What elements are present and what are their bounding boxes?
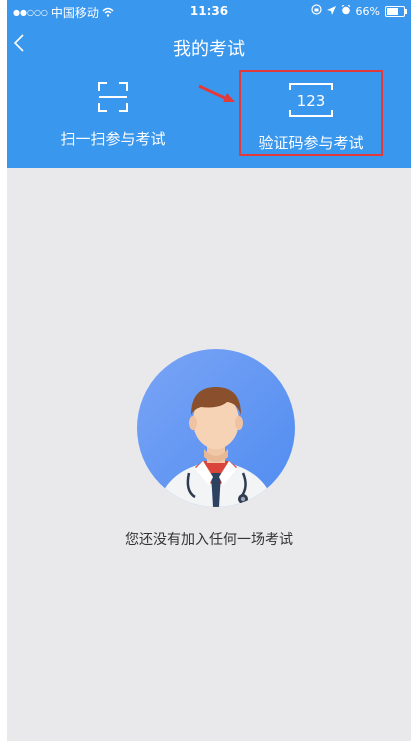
battery-percent: 66% — [355, 4, 380, 18]
battery-icon — [385, 5, 407, 17]
scan-icon — [96, 80, 130, 114]
verification-code-icon: 123 — [288, 82, 334, 118]
code-join-button[interactable]: 123 验证码参与考试 — [239, 70, 383, 156]
empty-state-message: 您还没有加入任何一场考试 — [125, 532, 293, 548]
scan-join-button[interactable]: 扫一扫参与考试 — [23, 70, 203, 168]
empty-state-avatar — [137, 349, 295, 507]
location-icon — [326, 5, 336, 18]
doctor-illustration — [157, 387, 275, 507]
nav-bar: 我的考试 — [7, 22, 411, 66]
alarm-icon — [341, 4, 351, 18]
page-title: 我的考试 — [173, 39, 245, 60]
annotation-arrow — [197, 84, 237, 104]
code-join-label: 验证码参与考试 — [258, 134, 364, 152]
scan-join-label: 扫一扫参与考试 — [60, 130, 166, 148]
code-icon-text: 123 — [297, 92, 326, 110]
lock-rotation-icon — [310, 4, 322, 18]
status-right: 66% — [310, 4, 407, 18]
app-screen: ●●○○○ 中国移动 11:36 66% 我的考试 扫一扫参与考试 123 验证… — [7, 0, 411, 741]
status-bar: ●●○○○ 中国移动 11:36 66% — [7, 0, 411, 22]
header: ●●○○○ 中国移动 11:36 66% 我的考试 扫一扫参与考试 123 验证… — [7, 0, 411, 168]
device-frame: ●●○○○ 中国移动 11:36 66% 我的考试 扫一扫参与考试 123 验证… — [0, 0, 418, 741]
